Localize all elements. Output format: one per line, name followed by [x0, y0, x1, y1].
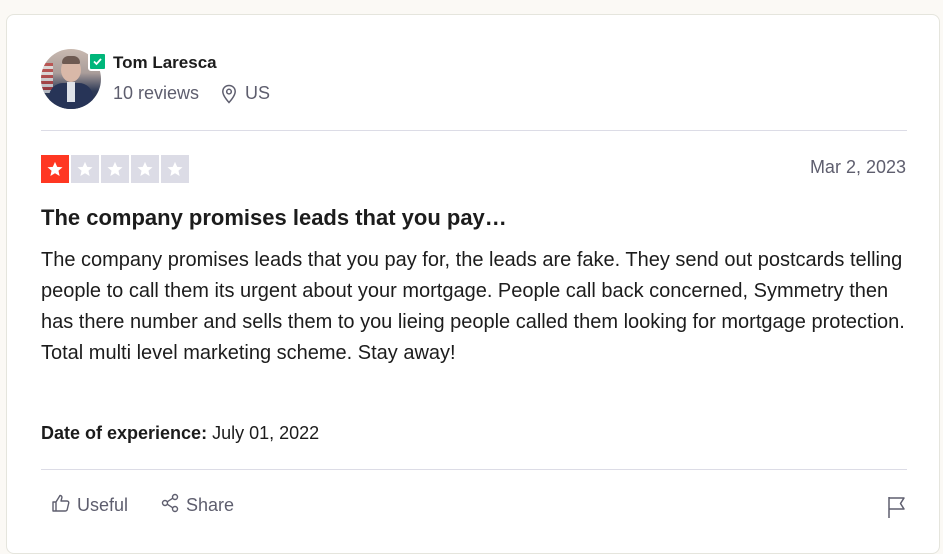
review-actions: Useful Share	[51, 493, 234, 518]
star-icon	[131, 155, 159, 183]
share-button[interactable]: Share	[160, 493, 234, 518]
thumbs-up-icon	[51, 493, 71, 518]
review-body: The company promises leads that you pay …	[41, 249, 905, 364]
reviewer-meta: 10 reviews US	[113, 83, 270, 104]
review-title[interactable]: The company promises leads that you pay…	[41, 205, 507, 231]
experience-date: July 01, 2022	[212, 423, 320, 443]
star-icon	[41, 155, 69, 183]
useful-button[interactable]: Useful	[51, 493, 128, 518]
share-label: Share	[186, 495, 235, 515]
flag-icon	[888, 497, 905, 518]
verified-badge-icon	[88, 52, 107, 71]
reviewer-country: US	[245, 83, 271, 103]
divider-top	[41, 130, 907, 131]
divider-bottom	[41, 469, 907, 470]
report-flag-button[interactable]	[887, 495, 907, 524]
reviewer-name[interactable]: Tom Laresca	[113, 53, 217, 73]
star-icon	[71, 155, 99, 183]
experience-label: Date of experience:	[41, 423, 208, 443]
location-pin-icon	[221, 84, 237, 104]
star-rating	[41, 155, 189, 183]
reviews-count: 10 reviews	[113, 83, 200, 103]
review-date: Mar 2, 2023	[809, 157, 906, 177]
date-of-experience: Date of experience: July 01, 2022	[41, 423, 319, 444]
useful-label: Useful	[77, 495, 129, 515]
review-card: Tom Laresca 10 reviews US Mar 2, 2023 Th…	[6, 14, 940, 554]
avatar-shirt	[67, 82, 75, 102]
star-icon	[161, 155, 189, 183]
avatar-hair	[62, 56, 80, 64]
star-icon	[101, 155, 129, 183]
share-icon	[160, 493, 180, 518]
